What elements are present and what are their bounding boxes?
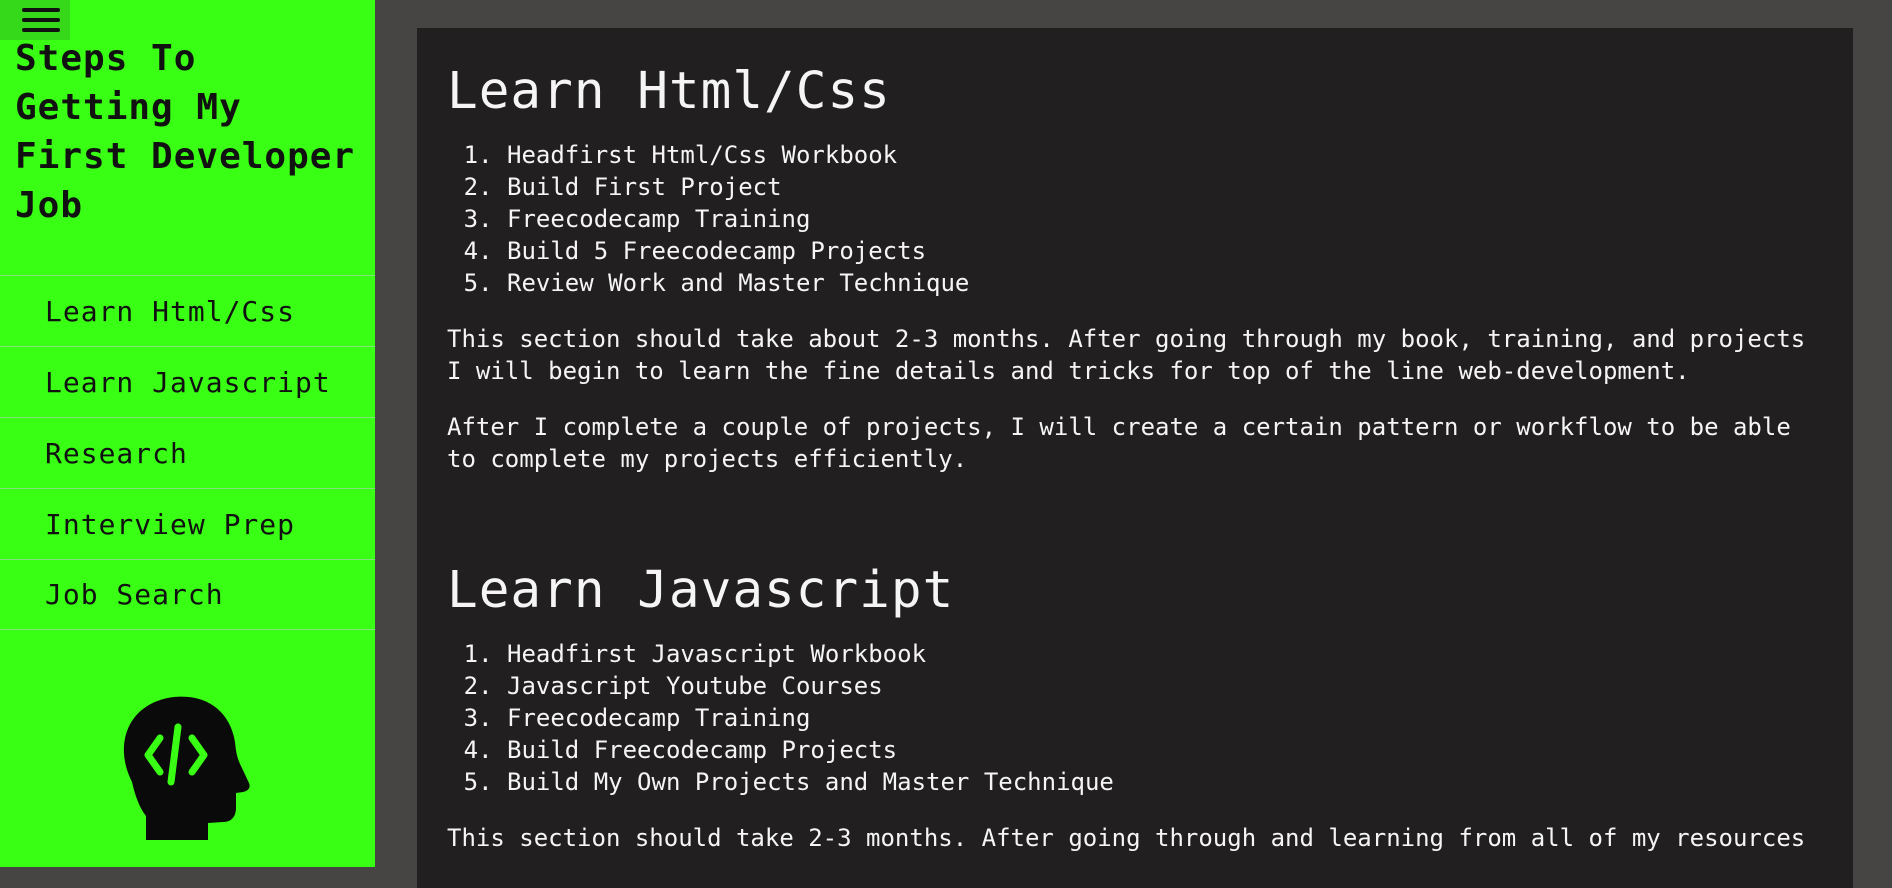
main-content: Learn Html/Css Headfirst Html/Css Workbo… xyxy=(417,28,1853,888)
menu-bar-line xyxy=(22,18,60,22)
list-item: Headfirst Javascript Workbook xyxy=(507,638,1823,670)
list-item: Freecodecamp Training xyxy=(507,203,1823,235)
list-item: Build My Own Projects and Master Techniq… xyxy=(507,766,1823,798)
nav-item-interview-prep[interactable]: Interview Prep xyxy=(0,488,375,559)
nav-item-job-search[interactable]: Job Search xyxy=(0,559,375,630)
section-paragraph: This section should take about 2-3 month… xyxy=(447,325,1806,385)
section-learn-javascript: Learn Javascript Headfirst Javascript Wo… xyxy=(417,475,1853,854)
nav-item-learn-html-css[interactable]: Learn Html/Css xyxy=(0,275,375,346)
list-item: Freecodecamp Training xyxy=(507,702,1823,734)
list-item: Javascript Youtube Courses xyxy=(507,670,1823,702)
site-title: Steps To Getting My First Developer Job xyxy=(15,38,356,226)
list-item: Review Work and Master Technique xyxy=(507,267,1823,299)
list-item: Build Freecodecamp Projects xyxy=(507,734,1823,766)
section-heading: Learn Javascript xyxy=(447,561,955,620)
sidebar: Steps To Getting My First Developer Job … xyxy=(0,0,375,867)
nav-item-research[interactable]: Research xyxy=(0,417,375,488)
section-learn-html-css: Learn Html/Css Headfirst Html/Css Workbo… xyxy=(417,28,1853,475)
menu-bar-line xyxy=(22,28,60,32)
nav-item-learn-javascript[interactable]: Learn Javascript xyxy=(0,346,375,417)
list-item: Headfirst Html/Css Workbook xyxy=(507,139,1823,171)
section-paragraph: This section should take 2-3 months. Aft… xyxy=(447,824,1806,852)
section-paragraph: After I complete a couple of projects, I… xyxy=(447,413,1791,473)
developer-head-icon xyxy=(123,696,250,840)
menu-bar-line xyxy=(22,8,60,12)
section-heading: Learn Html/Css xyxy=(447,62,891,121)
steps-list: Headfirst Html/Css Workbook Build First … xyxy=(447,139,1823,299)
steps-list: Headfirst Javascript Workbook Javascript… xyxy=(447,638,1823,798)
list-item: Build First Project xyxy=(507,171,1823,203)
list-item: Build 5 Freecodecamp Projects xyxy=(507,235,1823,267)
sidebar-nav: Learn Html/Css Learn Javascript Research… xyxy=(0,275,375,630)
